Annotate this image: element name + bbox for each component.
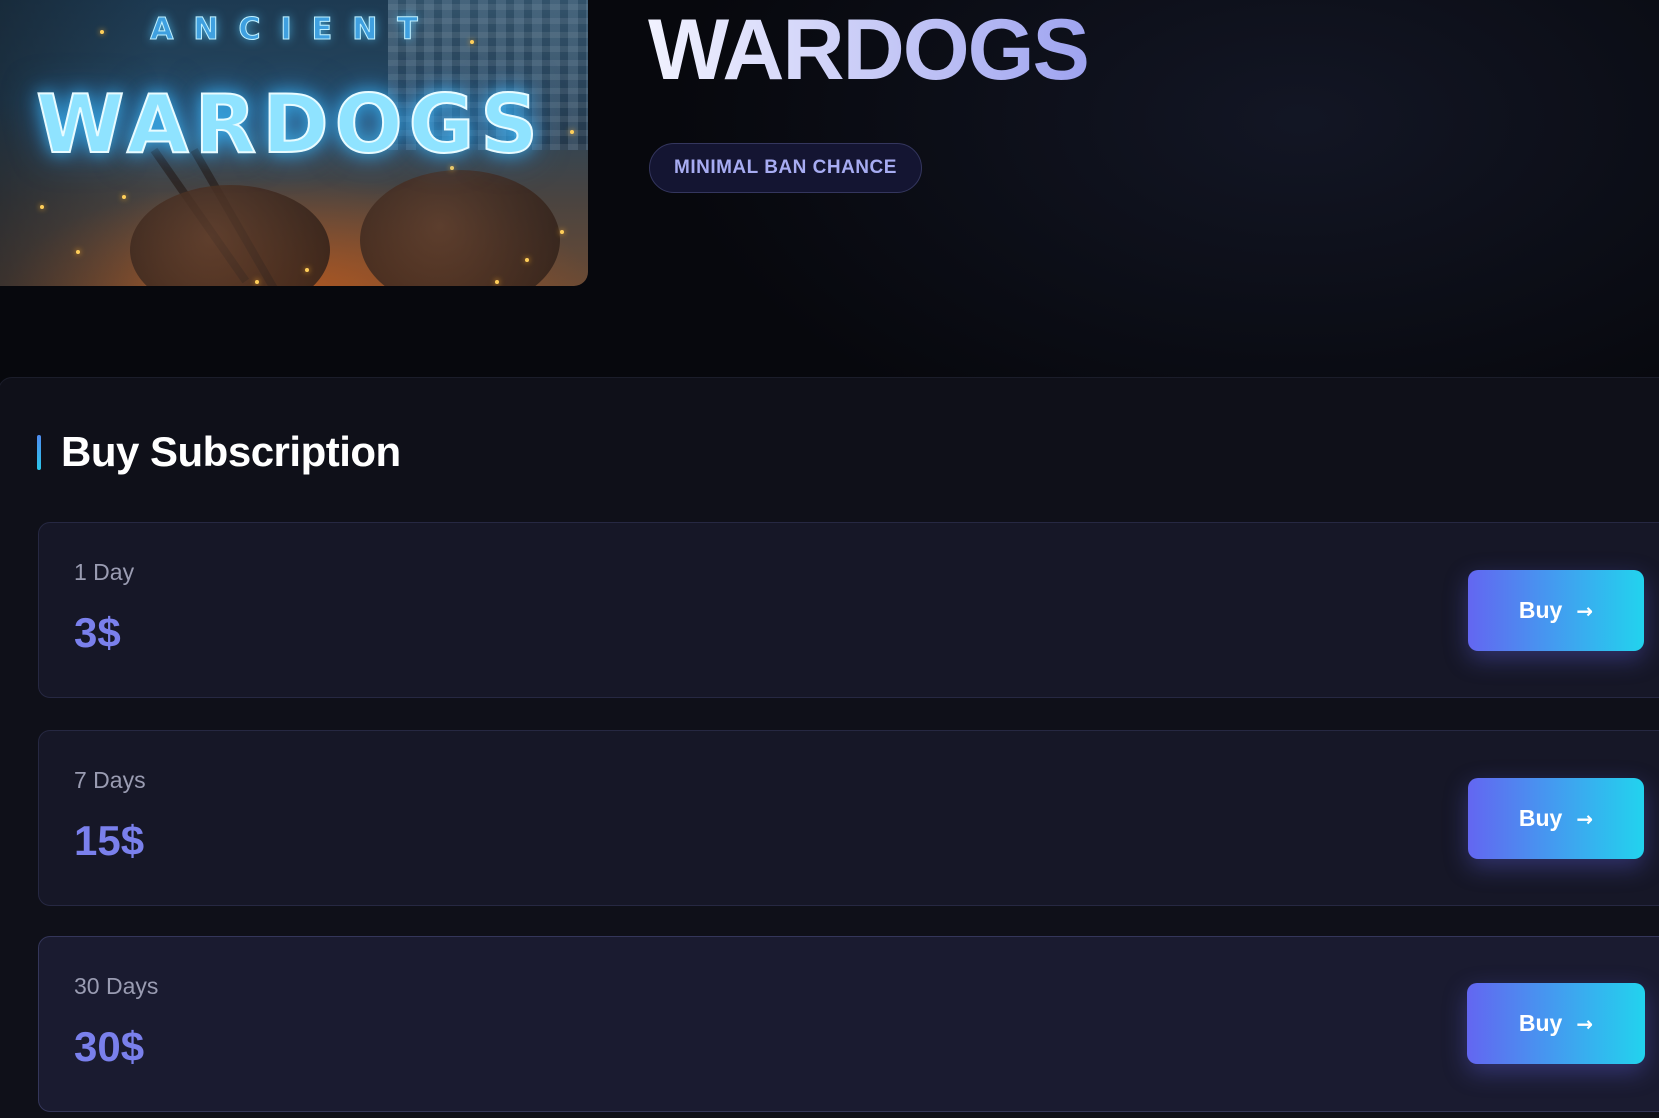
plan-duration: 1 Day [74,559,135,585]
arrow-right-icon: → [1576,1011,1594,1036]
spark [76,250,80,254]
product-title: WARDOGS [648,2,1090,98]
plan-card-1-day: 1 Day 3$ Buy → [38,522,1659,698]
plan-price: 30$ [74,1023,145,1070]
arrow-right-icon: → [1576,806,1594,831]
plan-duration: 7 Days [74,767,146,793]
arrow-right-icon: → [1576,598,1594,623]
cover-title: WARDOGS [35,77,544,172]
buy-button[interactable]: Buy → [1468,570,1644,651]
cover-hand-right [360,170,560,286]
spark [305,268,309,272]
status-badge: MINIMAL BAN CHANCE [649,143,922,193]
buy-button-label: Buy [1518,1010,1563,1036]
plan-card-30-days: 30 Days 30$ Buy → [38,936,1659,1112]
spark [495,280,499,284]
spark [40,205,44,209]
spark [122,195,126,199]
section-title: Buy Subscription [61,428,401,475]
cover-subtitle: ANCIENT [150,12,438,48]
plan-price: 3$ [74,609,121,656]
product-page: ANCIENT WARDOGS WARDOGS MINIMAL BAN CHAN… [0,0,1659,1118]
section-accent-bar [37,435,41,470]
spark [525,258,529,262]
cover-hand-left [130,185,330,286]
plan-price: 15$ [74,817,145,864]
plan-card-7-days: 7 Days 15$ Buy → [38,730,1659,906]
plan-duration: 30 Days [74,973,159,999]
buy-button[interactable]: Buy → [1467,983,1645,1064]
spark [560,230,564,234]
buy-button[interactable]: Buy → [1468,778,1644,859]
buy-button-label: Buy [1518,805,1563,831]
buy-button-label: Buy [1518,597,1563,623]
spark [255,280,259,284]
product-cover-image: ANCIENT WARDOGS [0,0,588,286]
